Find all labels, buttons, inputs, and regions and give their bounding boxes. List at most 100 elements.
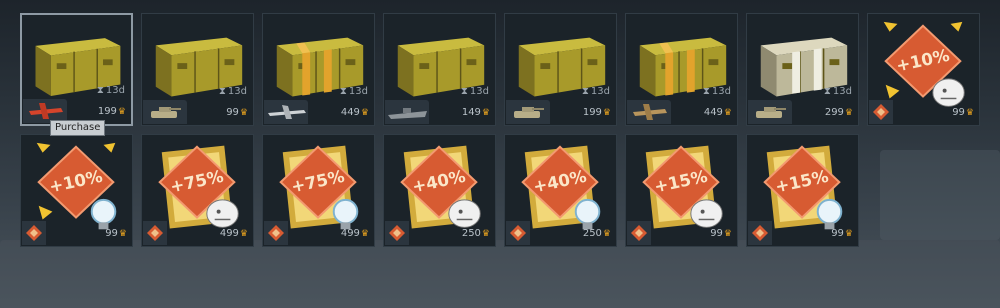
booster-type-badge bbox=[869, 100, 893, 124]
vehicle-badge bbox=[385, 100, 429, 124]
tank-icon bbox=[514, 107, 544, 118]
tank-icon bbox=[756, 107, 786, 118]
price-value: 250 bbox=[461, 228, 481, 239]
golden-eagle-icon: ♛ bbox=[481, 229, 490, 239]
golden-eagle-icon: ♛ bbox=[239, 229, 248, 239]
vehicle-badge bbox=[264, 100, 308, 124]
booster-card[interactable]: +15% 99♛ bbox=[625, 134, 738, 247]
booster-type-badge bbox=[385, 221, 409, 245]
booster-card[interactable]: +10% 99♛ bbox=[20, 134, 133, 247]
time-left-value: 13d bbox=[105, 85, 125, 96]
crate-card[interactable]: ⧗ 13d 449♛ bbox=[262, 13, 375, 126]
time-left-value: 13d bbox=[227, 86, 247, 97]
price-value: 99 bbox=[952, 107, 965, 118]
price-value: 149 bbox=[461, 107, 481, 118]
time-left: ⧗ 13d bbox=[97, 85, 125, 97]
crate-card[interactable]: ⧗ 13d 149♛ bbox=[383, 13, 496, 126]
booster-card[interactable]: +40% 250♛ bbox=[383, 134, 496, 247]
price: 449♛ bbox=[341, 107, 369, 119]
time-left: ⧗ 13d bbox=[219, 86, 247, 98]
time-left: ⧗ 13d bbox=[340, 86, 368, 98]
crate-card[interactable]: ⧗ 13d 449♛ bbox=[625, 13, 738, 126]
background-shape bbox=[0, 240, 1000, 308]
booster-type-icon bbox=[26, 225, 42, 241]
booster-card[interactable]: +75% 499♛ bbox=[262, 134, 375, 247]
golden-eagle-icon: ♛ bbox=[965, 108, 974, 118]
booster-type-icon bbox=[752, 225, 768, 241]
crate-card[interactable]: ⧗ 13d 99♛ bbox=[141, 13, 254, 126]
price: 449♛ bbox=[704, 107, 732, 119]
price: 499♛ bbox=[220, 228, 248, 240]
booster-type-icon bbox=[510, 225, 526, 241]
booster-card[interactable]: +15% 99♛ bbox=[746, 134, 859, 247]
price-value: 199 bbox=[582, 107, 602, 118]
price-value: 499 bbox=[219, 228, 239, 239]
purchase-tooltip: Purchase bbox=[50, 120, 106, 136]
price: 99♛ bbox=[952, 107, 974, 119]
golden-eagle-icon: ♛ bbox=[118, 229, 127, 239]
golden-eagle-icon: ♛ bbox=[723, 229, 732, 239]
lion-icon bbox=[206, 199, 239, 228]
time-left-value: 13d bbox=[832, 86, 852, 97]
price-value: 99 bbox=[105, 228, 118, 239]
price: 199♛ bbox=[583, 107, 611, 119]
price-value: 99 bbox=[710, 228, 723, 239]
golden-eagle-icon: ♛ bbox=[239, 108, 248, 118]
time-left: ⧗ 13d bbox=[824, 86, 852, 98]
booster-type-badge bbox=[143, 221, 167, 245]
price: 250♛ bbox=[462, 228, 490, 240]
lightbulb-icon bbox=[90, 198, 117, 230]
golden-eagle-icon: ♛ bbox=[844, 229, 853, 239]
price: 299♛ bbox=[825, 107, 853, 119]
time-left-value: 13d bbox=[348, 86, 368, 97]
golden-eagle-icon: ♛ bbox=[117, 107, 126, 117]
price-value: 449 bbox=[340, 107, 360, 118]
hourglass-icon: ⧗ bbox=[339, 86, 347, 97]
booster-card[interactable]: +10% 99♛ bbox=[867, 13, 980, 126]
lightbulb-icon bbox=[574, 198, 601, 230]
price: 99♛ bbox=[105, 228, 127, 240]
time-left: ⧗ 13d bbox=[582, 86, 610, 98]
booster-type-icon bbox=[389, 225, 405, 241]
crate-card[interactable]: ⧗ 13d 199♛ bbox=[504, 13, 617, 126]
price: 250♛ bbox=[583, 228, 611, 240]
price-value: 199 bbox=[97, 106, 117, 117]
price-value: 449 bbox=[703, 107, 723, 118]
price-value: 99 bbox=[226, 107, 239, 118]
crate-card[interactable]: ⧗ 13d 199♛ bbox=[20, 13, 133, 126]
ship-icon bbox=[388, 108, 427, 119]
time-left: ⧗ 13d bbox=[461, 86, 489, 98]
lion-icon bbox=[932, 78, 965, 107]
price: 499♛ bbox=[341, 228, 369, 240]
price: 99♛ bbox=[831, 228, 853, 240]
crate-card[interactable]: ⧗ 13d 299♛ bbox=[746, 13, 859, 126]
lion-icon bbox=[448, 199, 481, 228]
price: 99♛ bbox=[710, 228, 732, 240]
time-left-value: 13d bbox=[469, 86, 489, 97]
golden-eagle-icon: ♛ bbox=[723, 108, 732, 118]
lightbulb-icon bbox=[816, 198, 843, 230]
booster-card[interactable]: +40% 250♛ bbox=[504, 134, 617, 247]
price: 99♛ bbox=[226, 107, 248, 119]
price-value: 99 bbox=[831, 228, 844, 239]
time-left: ⧗ 13d bbox=[703, 86, 731, 98]
booster-type-icon bbox=[631, 225, 647, 241]
price: 149♛ bbox=[462, 107, 490, 119]
golden-eagle-icon: ♛ bbox=[602, 108, 611, 118]
price-value: 250 bbox=[582, 228, 602, 239]
hourglass-icon: ⧗ bbox=[96, 85, 104, 96]
vehicle-badge bbox=[506, 100, 550, 124]
booster-type-icon bbox=[873, 104, 889, 120]
vehicle-badge bbox=[627, 100, 671, 124]
golden-eagle-icon: ♛ bbox=[481, 108, 490, 118]
price-value: 299 bbox=[824, 107, 844, 118]
price-value: 499 bbox=[340, 228, 360, 239]
booster-card[interactable]: +75% 499♛ bbox=[141, 134, 254, 247]
booster-type-icon bbox=[268, 225, 284, 241]
booster-type-badge bbox=[506, 221, 530, 245]
hourglass-icon: ⧗ bbox=[823, 86, 831, 97]
golden-eagle-icon: ♛ bbox=[360, 229, 369, 239]
golden-eagle-icon: ♛ bbox=[360, 108, 369, 118]
background-shape bbox=[880, 150, 1000, 240]
booster-type-badge bbox=[748, 221, 772, 245]
